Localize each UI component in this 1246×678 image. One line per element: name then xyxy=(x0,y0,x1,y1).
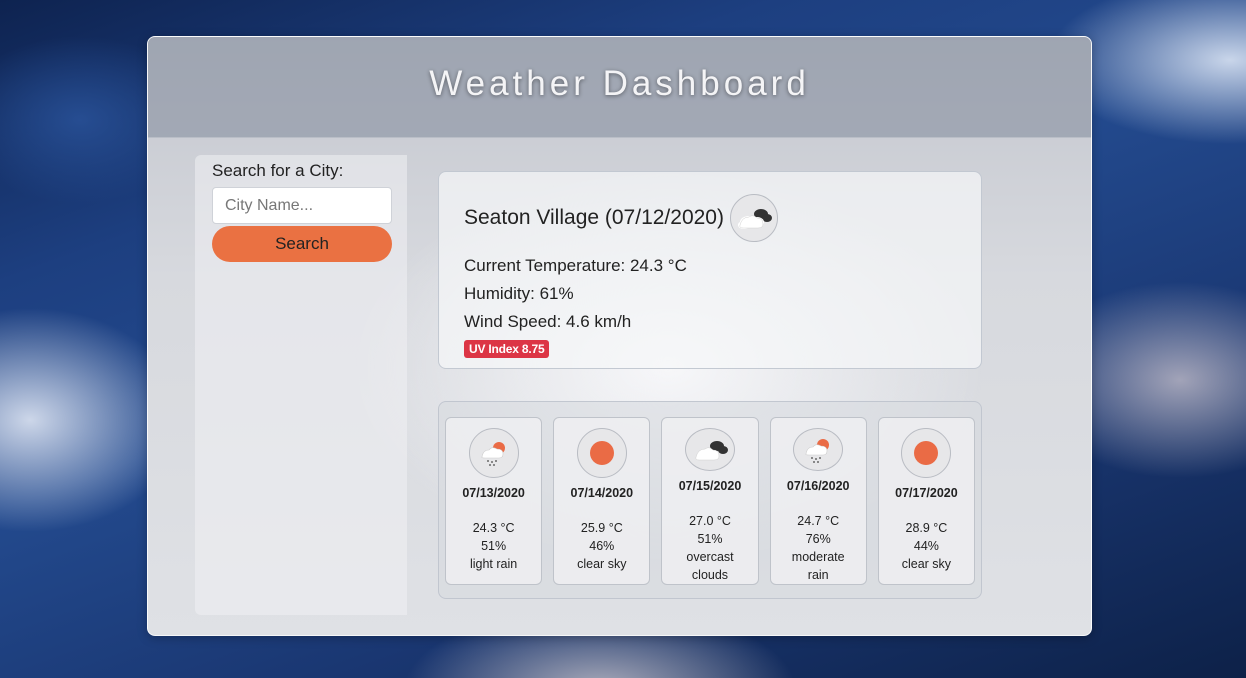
current-temperature: Current Temperature: 24.3 °C xyxy=(464,256,687,275)
forecast-temperature: 28.9 °C xyxy=(905,521,948,535)
forecast-temperature: 24.3 °C xyxy=(472,521,515,535)
header: Weather Dashboard xyxy=(148,37,1091,138)
forecast-humidity: 76% xyxy=(805,532,831,546)
forecast-date: 07/17/2020 xyxy=(895,486,958,500)
page-title: Weather Dashboard xyxy=(429,64,810,103)
dashboard-panel: Weather Dashboard Search for a City: Sea… xyxy=(147,36,1092,636)
current-wind-speed: Wind Speed: 4.6 km/h xyxy=(464,312,632,331)
forecast-card: 07/16/2020 24.7 °C 76% moderate rain xyxy=(769,417,867,585)
search-button[interactable]: Search xyxy=(212,226,392,262)
forecast-date: 07/13/2020 xyxy=(462,486,525,500)
city-search-input[interactable] xyxy=(212,187,392,224)
search-label: Search for a City: xyxy=(212,161,344,180)
forecast-humidity: 46% xyxy=(589,539,615,553)
clear-sky-icon xyxy=(901,428,952,478)
forecast-card: 07/15/2020 27.0 °C 51% overcast clouds xyxy=(661,417,759,585)
search-sidebar: Search for a City: Search xyxy=(195,155,407,615)
clear-sky-icon xyxy=(576,428,627,478)
overcast-clouds-icon xyxy=(729,194,778,242)
forecast-humidity: 44% xyxy=(913,539,939,553)
forecast-date: 07/14/2020 xyxy=(570,486,634,500)
forecast-date: 07/15/2020 xyxy=(678,479,742,493)
forecast-temperature: 27.0 °C xyxy=(689,514,731,528)
forecast-temperature: 24.7 °C xyxy=(797,514,840,528)
forecast-date: 07/16/2020 xyxy=(786,479,850,493)
forecast-card: 07/17/2020 28.9 °C 44% clear sky xyxy=(877,417,976,585)
forecast-temperature: 25.9 °C xyxy=(580,521,623,535)
moderate-rain-icon xyxy=(793,428,844,471)
overcast-clouds-icon xyxy=(685,428,735,471)
current-city-title: Seaton Village (07/12/2020) xyxy=(464,206,724,229)
current-humidity: Humidity: 61% xyxy=(464,284,574,303)
forecast-description: overcast clouds xyxy=(686,550,734,582)
forecast-description: clear sky xyxy=(901,557,952,571)
uv-index-badge: UV Index 8.75 xyxy=(464,340,550,358)
forecast-humidity: 51% xyxy=(481,539,507,553)
forecast-card: 07/13/2020 24.3 °C 51% light rain xyxy=(445,417,543,585)
forecast-card: 07/14/2020 25.9 °C 46% clear sky xyxy=(553,417,651,585)
forecast-description: clear sky xyxy=(577,557,627,571)
light-rain-icon xyxy=(468,428,519,478)
forecast-row: 07/13/2020 24.3 °C 51% light rain 07/14/… xyxy=(438,401,982,599)
current-weather-card: Seaton Village (07/12/2020) Current Temp… xyxy=(438,171,982,369)
forecast-humidity: 51% xyxy=(697,532,723,546)
forecast-description: moderate rain xyxy=(791,550,845,582)
forecast-description: light rain xyxy=(469,557,518,571)
